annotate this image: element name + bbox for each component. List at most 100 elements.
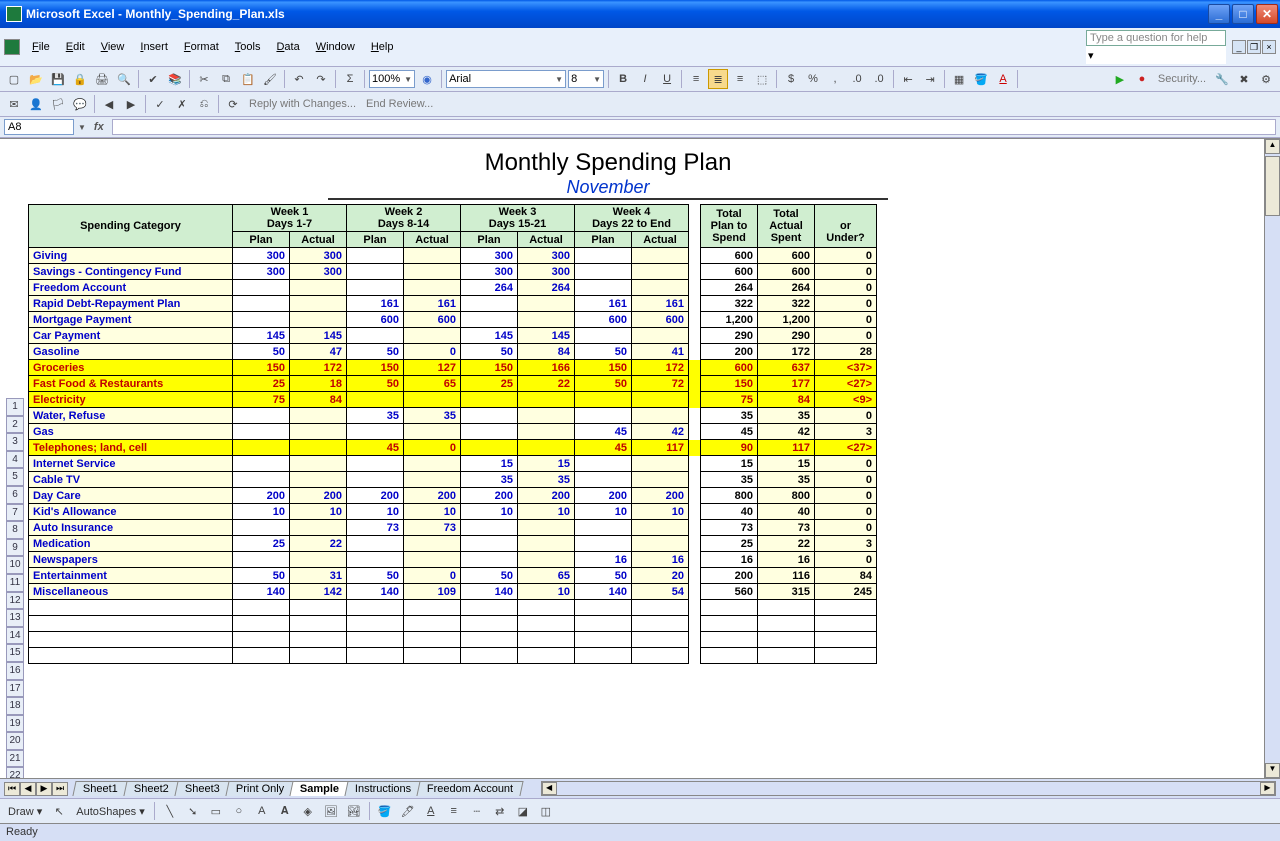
actual-cell[interactable]: 31 [290,568,347,584]
actual-cell[interactable] [404,248,461,264]
actual-cell[interactable] [518,520,575,536]
actual-cell[interactable]: 10 [404,504,461,520]
arrow-style-icon[interactable]: ⇄ [490,801,510,821]
total-plan-cell[interactable]: 40 [701,504,758,520]
merge-icon[interactable]: ⬚ [752,69,772,89]
total-plan-cell[interactable]: 1,200 [701,312,758,328]
total-actual-cell[interactable]: 16 [758,552,815,568]
align-center-icon[interactable]: ≣ [708,69,728,89]
actual-cell[interactable] [518,392,575,408]
row-header[interactable]: 12 [6,592,24,610]
total-plan-cell[interactable] [701,600,758,616]
plan-cell[interactable]: 150 [233,360,290,376]
underline-icon[interactable]: U [657,69,677,89]
total-actual-cell[interactable]: 600 [758,248,815,264]
actual-cell[interactable] [404,280,461,296]
plan-cell[interactable]: 150 [347,360,404,376]
table-row[interactable]: Auto Insurance737373730 [29,520,877,536]
font-combo[interactable]: Arial▼ [446,70,566,88]
actual-cell[interactable] [632,600,689,616]
table-row[interactable]: Mortgage Payment6006006006001,2001,2000 [29,312,877,328]
actual-cell[interactable] [518,616,575,632]
plan-cell[interactable]: 16 [575,552,632,568]
actual-cell[interactable]: 0 [404,344,461,360]
plan-cell[interactable] [575,456,632,472]
print-preview-icon[interactable]: 🔍 [114,69,134,89]
category-cell[interactable]: Internet Service [29,456,233,472]
actual-cell[interactable]: 300 [290,264,347,280]
plan-cell[interactable] [233,472,290,488]
actual-cell[interactable]: 41 [632,344,689,360]
actual-cell[interactable]: 35 [404,408,461,424]
actual-cell[interactable] [632,328,689,344]
plan-cell[interactable]: 35 [461,472,518,488]
plan-cell[interactable]: 140 [461,584,518,600]
formula-input[interactable] [112,119,1276,135]
actual-cell[interactable] [404,600,461,616]
plan-cell[interactable] [461,600,518,616]
diagram-icon[interactable]: ◈ [298,801,318,821]
actual-cell[interactable] [290,456,347,472]
row-header[interactable]: 14 [6,627,24,645]
textbox-icon[interactable]: A [252,801,272,821]
total-plan-cell[interactable] [701,616,758,632]
maximize-button[interactable]: □ [1232,4,1254,24]
plan-cell[interactable]: 50 [347,344,404,360]
table-row[interactable]: Gasoline50475005084504120017228 [29,344,877,360]
align-right-icon[interactable]: ≡ [730,69,750,89]
plan-cell[interactable] [461,536,518,552]
tab-next-icon[interactable]: ▶ [36,782,52,796]
plan-cell[interactable]: 161 [575,296,632,312]
table-row[interactable]: Savings - Contingency Fund30030030030060… [29,264,877,280]
plan-cell[interactable]: 300 [461,248,518,264]
table-row[interactable]: Medication252225223 [29,536,877,552]
row-header[interactable]: 17 [6,680,24,698]
close-button[interactable]: ✕ [1256,4,1278,24]
dash-style-icon[interactable]: ┄ [467,801,487,821]
row-header[interactable]: 15 [6,644,24,662]
actual-cell[interactable] [290,520,347,536]
plan-cell[interactable]: 45 [575,440,632,456]
category-cell[interactable]: Savings - Contingency Fund [29,264,233,280]
total-actual-cell[interactable]: 800 [758,488,815,504]
plan-cell[interactable]: 200 [347,488,404,504]
actual-cell[interactable]: 73 [404,520,461,536]
picture-icon[interactable]: 🏞 [344,801,364,821]
actual-cell[interactable] [404,472,461,488]
plan-cell[interactable] [347,280,404,296]
actual-cell[interactable] [632,648,689,664]
row-header[interactable]: 4 [6,451,24,469]
actual-cell[interactable]: 172 [632,360,689,376]
actual-cell[interactable] [290,600,347,616]
plan-cell[interactable] [347,632,404,648]
actual-cell[interactable] [290,440,347,456]
actual-cell[interactable]: 145 [290,328,347,344]
currency-icon[interactable]: $ [781,69,801,89]
menu-window[interactable]: Window [308,39,363,55]
total-plan-cell[interactable]: 90 [701,440,758,456]
plan-cell[interactable] [233,440,290,456]
plan-cell[interactable] [347,264,404,280]
total-actual-cell[interactable]: 177 [758,376,815,392]
name-box[interactable] [4,119,74,135]
tool2-icon[interactable]: ✖ [1234,69,1254,89]
category-cell[interactable]: Newspapers [29,552,233,568]
total-plan-cell[interactable]: 600 [701,264,758,280]
actual-cell[interactable] [404,456,461,472]
line-icon[interactable]: ╲ [160,801,180,821]
fx-icon[interactable]: fx [90,121,108,133]
rectangle-icon[interactable]: ▭ [206,801,226,821]
category-cell[interactable]: Freedom Account [29,280,233,296]
recipient-icon[interactable]: 👤 [26,94,46,114]
total-plan-cell[interactable]: 322 [701,296,758,312]
plan-cell[interactable] [347,424,404,440]
actual-cell[interactable]: 117 [632,440,689,456]
plan-cell[interactable] [575,280,632,296]
plan-cell[interactable] [461,632,518,648]
total-actual-cell[interactable]: 22 [758,536,815,552]
sheet-tab-instructions[interactable]: Instructions [344,781,421,796]
total-actual-cell[interactable]: 73 [758,520,815,536]
hscroll-right-icon[interactable]: ▶ [1260,782,1275,795]
plan-cell[interactable] [461,312,518,328]
category-cell[interactable]: Fast Food & Restaurants [29,376,233,392]
